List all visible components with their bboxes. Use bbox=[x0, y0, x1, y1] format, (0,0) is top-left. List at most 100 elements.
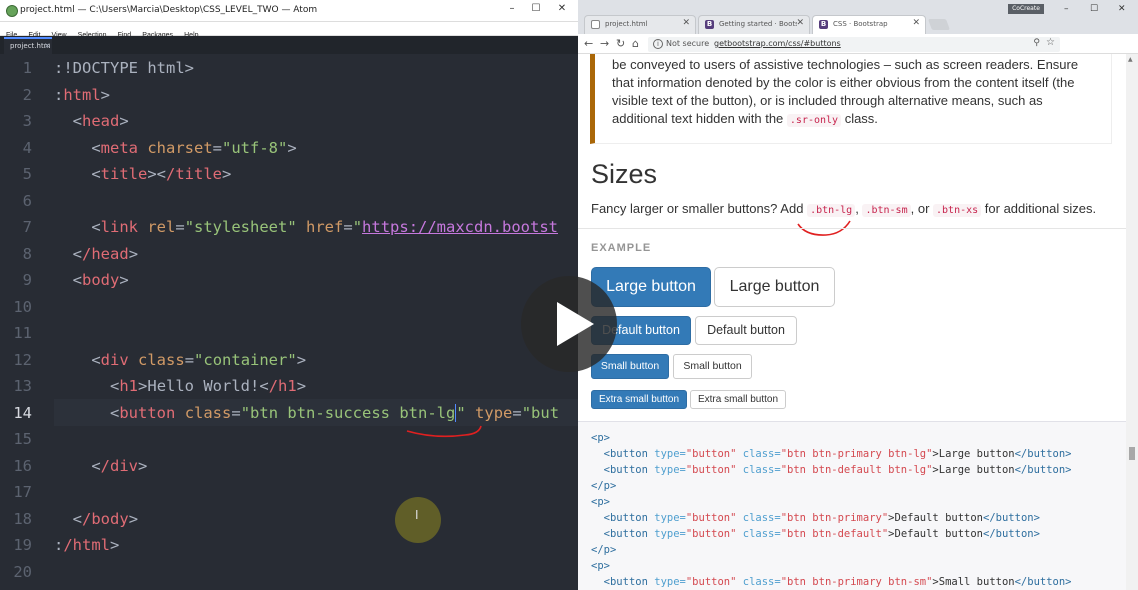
atom-tabbar: project.htm × bbox=[0, 36, 578, 54]
code-attr: class bbox=[184, 403, 232, 422]
code-tag: button bbox=[119, 403, 176, 422]
code-line-16: </div> bbox=[91, 456, 148, 475]
browser-tab-title: CSS · Bootstrap bbox=[833, 20, 888, 28]
code-string: "container" bbox=[194, 350, 297, 369]
code-attr: href bbox=[306, 218, 344, 236]
small-default-button[interactable]: Small button bbox=[673, 354, 752, 379]
code-tag: h1 bbox=[119, 377, 139, 395]
doctype-text: :!DOCTYPE html> bbox=[54, 59, 194, 77]
code-attr: type bbox=[475, 403, 513, 422]
page-icon bbox=[591, 20, 600, 29]
tab-close-icon[interactable]: × bbox=[44, 41, 51, 50]
home-icon[interactable]: ⌂ bbox=[632, 37, 639, 50]
line-number: 12 bbox=[13, 350, 32, 369]
code-line-14: <button class="btn btn-success btn-lg" t… bbox=[110, 403, 560, 422]
line-number: 2 bbox=[22, 85, 32, 104]
line-number: 7 bbox=[22, 218, 32, 236]
security-label: Not secure bbox=[666, 39, 710, 48]
snippet-class: "btn btn-primary btn-lg" bbox=[780, 448, 933, 460]
maximize-icon[interactable]: ☐ bbox=[527, 3, 545, 14]
intro-separator: , or bbox=[910, 201, 934, 216]
mouse-cursor-highlight: I bbox=[395, 497, 441, 543]
code-token: : bbox=[54, 85, 64, 104]
snippet-tag: <p> bbox=[591, 560, 610, 572]
screen: project.html — C:\Users\Marcia\Desktop\C… bbox=[0, 0, 1138, 590]
video-play-button[interactable] bbox=[521, 276, 617, 372]
tab-close-icon[interactable]: ✕ bbox=[682, 18, 690, 28]
bookmark-star-icon[interactable]: ☆ bbox=[1046, 37, 1055, 48]
large-default-button[interactable]: Large button bbox=[714, 267, 835, 307]
inline-code: .btn-lg bbox=[807, 204, 856, 217]
example-code-block: <p> <button type="button" class="btn btn… bbox=[578, 421, 1126, 590]
tab-close-icon[interactable]: ✕ bbox=[912, 18, 920, 28]
forward-arrow-icon[interactable]: → bbox=[600, 37, 609, 50]
maximize-icon[interactable]: ☐ bbox=[1090, 4, 1098, 14]
code-string: "but bbox=[521, 403, 560, 422]
line-number: 3 bbox=[22, 112, 32, 130]
code-string: " bbox=[456, 403, 466, 422]
snippet-label: Large button bbox=[938, 464, 1015, 476]
code-attr: class bbox=[138, 350, 185, 369]
code-attr: charset bbox=[147, 138, 213, 157]
tab-project-html[interactable]: project.htm × bbox=[4, 37, 52, 54]
close-icon[interactable]: ✕ bbox=[1118, 4, 1126, 14]
page-scrollbar[interactable]: ▲ bbox=[1126, 54, 1138, 590]
line-number-gutter: 1 2 3 4 5 6 7 8 9 10 11 12 13 14 15 16 1… bbox=[0, 54, 44, 590]
address-bar[interactable]: i Not secure getbootstrap.com/css/#butto… bbox=[648, 37, 1060, 52]
line-number: 15 bbox=[13, 430, 32, 448]
minimize-icon[interactable]: – bbox=[503, 3, 521, 14]
reload-icon[interactable]: ↻ bbox=[616, 37, 625, 50]
webpage-content: be conveyed to users of assistive techno… bbox=[578, 54, 1126, 590]
minimize-icon[interactable]: – bbox=[1064, 4, 1069, 14]
example-label: EXAMPLE bbox=[591, 242, 652, 254]
browser-tabstrip: project.html ✕ B Getting started · Boots… bbox=[578, 0, 1138, 34]
code-tag: meta bbox=[100, 138, 138, 157]
code-line-13: <h1>Hello World!</h1> bbox=[110, 377, 307, 395]
snippet-label: Default button bbox=[894, 528, 984, 540]
line-number: 11 bbox=[13, 324, 32, 342]
code-tag: link bbox=[100, 218, 138, 236]
line-number: 13 bbox=[13, 377, 32, 395]
url-text: getbootstrap.com/css/#buttons bbox=[714, 39, 841, 48]
extra-small-default-button[interactable]: Extra small button bbox=[690, 390, 786, 409]
atom-menubar: File Edit View Selection Find Packages H… bbox=[0, 22, 578, 39]
bootstrap-icon: B bbox=[819, 20, 828, 29]
code-tag: div bbox=[100, 350, 129, 369]
browser-toolbar: ← → ↻ ⌂ i Not secure getbootstrap.com/cs… bbox=[578, 34, 1138, 83]
code-url-link[interactable]: https://maxcdn.bootst bbox=[362, 218, 558, 236]
snippet-class: "btn btn-primary btn-sm" bbox=[780, 576, 933, 588]
browser-tab-getting-started[interactable]: B Getting started · Bootstr ✕ bbox=[698, 15, 810, 34]
tab-close-icon[interactable]: ✕ bbox=[796, 18, 804, 28]
scrollbar-thumb[interactable] bbox=[1129, 447, 1135, 460]
line-number: 20 bbox=[13, 562, 32, 581]
zoom-magnifier-icon[interactable]: ⚲ bbox=[1033, 38, 1040, 48]
profile-badge[interactable]: CoCreate bbox=[1008, 4, 1044, 14]
code-tag: body bbox=[82, 271, 120, 289]
browser-tab-css-bootstrap[interactable]: B CSS · Bootstrap ✕ bbox=[812, 15, 926, 34]
code-line-8: </head> bbox=[72, 244, 139, 263]
snippet-label: Small button bbox=[938, 576, 1015, 588]
example-section: EXAMPLE Large button Large button Defaul… bbox=[578, 228, 1126, 421]
new-tab-button[interactable] bbox=[927, 19, 951, 30]
code-editor[interactable]: :!DOCTYPE html> :html> <head> <meta char… bbox=[54, 54, 578, 590]
scroll-up-arrow-icon[interactable]: ▲ bbox=[1128, 56, 1133, 63]
extra-small-primary-button[interactable]: Extra small button bbox=[591, 390, 687, 409]
default-default-button[interactable]: Default button bbox=[695, 316, 797, 345]
info-icon[interactable]: i bbox=[653, 39, 663, 49]
intro-text: for additional sizes. bbox=[981, 201, 1097, 216]
browser-tab-project[interactable]: project.html ✕ bbox=[584, 15, 696, 34]
back-arrow-icon[interactable]: ← bbox=[584, 37, 593, 50]
line-number: 19 bbox=[13, 536, 32, 554]
code-string: "btn btn-success btn-lg bbox=[240, 403, 456, 422]
inline-code: .btn-sm bbox=[862, 204, 911, 217]
line-number: 16 bbox=[13, 456, 32, 475]
code-string: "utf-8" bbox=[222, 138, 288, 157]
close-icon[interactable]: ✕ bbox=[553, 3, 571, 14]
snippet-label: Large button bbox=[938, 448, 1015, 460]
code-tag: title bbox=[100, 165, 148, 183]
code-tag: /head bbox=[82, 244, 129, 263]
inline-code: .sr-only bbox=[786, 114, 842, 127]
line-number: 9 bbox=[22, 271, 32, 289]
code-snippet-line: <button type="button" class="btn btn-pri… bbox=[603, 448, 1072, 460]
snippet-tag: </p> bbox=[591, 544, 617, 556]
